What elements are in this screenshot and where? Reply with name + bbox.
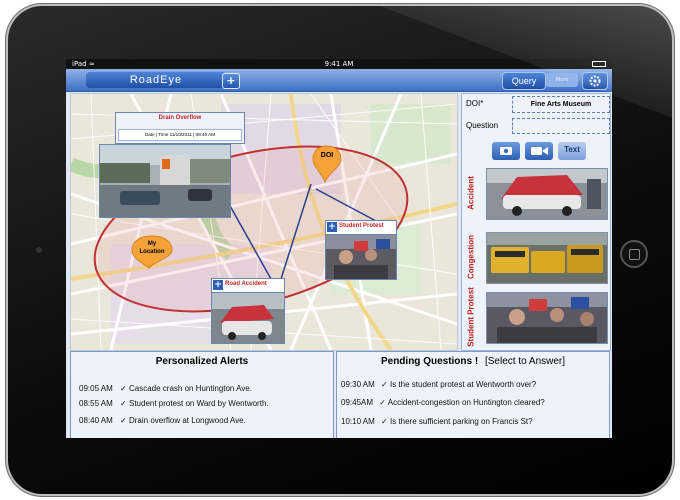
alerts-panel: Personalized Alerts 09:05 AM ✓ Cascade c… <box>70 351 334 438</box>
map-view[interactable]: Drain Overflow Date | Time 11/10/2011 | … <box>70 93 458 351</box>
drain-overflow-photo[interactable] <box>99 144 231 218</box>
student-protest-photo[interactable] <box>325 234 397 280</box>
my-location-pin[interactable]: My Location <box>129 234 175 270</box>
drain-overflow-card[interactable]: Drain Overflow Date | Time 11/10/2011 | … <box>115 112 245 144</box>
road-accident-label: Road Accident <box>225 281 267 287</box>
check-icon: ✓ <box>120 416 127 425</box>
check-icon: ✓ <box>379 398 386 407</box>
check-icon: ✓ <box>381 417 388 426</box>
alert-item[interactable]: 09:05 AM ✓ Cascade crash on Huntington A… <box>79 384 252 393</box>
alert-item[interactable]: 08:40 AM ✓ Drain overflow at Longwood Av… <box>79 416 246 425</box>
navigation-bar: RoadEye + Query More <box>66 69 612 92</box>
pending-questions-panel: Pending Questions ! [Select to Answer] 0… <box>336 351 610 438</box>
query-button[interactable]: Query <box>502 72 546 90</box>
student-protest-label: Student Protest <box>339 223 384 229</box>
category-congestion[interactable]: Congestion <box>464 232 478 282</box>
check-icon: ✓ <box>120 384 127 393</box>
my-location-label: My Location <box>139 241 165 255</box>
text-button-label: Text <box>564 145 580 154</box>
bottom-panels: Personalized Alerts 09:05 AM ✓ Cascade c… <box>66 351 612 438</box>
question-item[interactable]: 09:30 AM ✓ Is the student protest at Wen… <box>341 380 536 389</box>
question-item[interactable]: 09:45AM ✓ Accident-congestion on Hunting… <box>341 398 545 407</box>
category-student-protest[interactable]: Student Protest <box>464 287 478 347</box>
camera-icon <box>500 147 512 155</box>
drain-overflow-title: Drain Overflow <box>158 115 202 121</box>
student-protest-marker[interactable]: + Student Protest <box>325 220 397 235</box>
road-accident-marker[interactable]: + Road Accident <box>211 278 285 293</box>
question-field[interactable] <box>512 118 610 134</box>
front-camera <box>36 247 42 253</box>
student-protest-category-photo[interactable] <box>486 292 608 344</box>
congestion-photo[interactable] <box>486 232 608 284</box>
text-button[interactable]: Text <box>558 142 586 160</box>
alert-item[interactable]: 08:55 AM ✓ Student protest on Ward by We… <box>79 399 269 408</box>
question-label: Question <box>466 121 499 130</box>
home-button[interactable] <box>620 240 648 268</box>
map-pin-icon <box>312 145 342 184</box>
video-button[interactable] <box>525 142 553 160</box>
app-screen: iPad ≈ 9:41 AM RoadEye + Query More Drai… <box>66 59 612 438</box>
plus-icon: + <box>213 280 223 290</box>
doi-field[interactable]: Fine Arts Museum <box>512 96 610 113</box>
select-to-answer-hint: [Select to Answer] <box>484 356 566 367</box>
doi-pin[interactable]: DOI <box>311 144 343 184</box>
query-panel: DOI* Fine Arts Museum Question Text Acci… <box>461 93 611 351</box>
road-accident-photo[interactable] <box>211 292 285 344</box>
alerts-title: Personalized Alerts <box>155 356 249 367</box>
question-item[interactable]: 10:10 AM ✓ Is there sufficient parking o… <box>341 417 533 426</box>
check-icon: ✓ <box>381 380 388 389</box>
doi-label: DOI* <box>466 99 484 108</box>
video-icon <box>531 147 548 155</box>
category-accident[interactable]: Accident <box>464 168 478 218</box>
app-title: RoadEye <box>86 72 226 88</box>
doi-pin-label: DOI <box>320 152 334 159</box>
plus-icon: + <box>327 222 337 232</box>
add-button[interactable]: + <box>222 73 240 89</box>
drain-overflow-datetime: Date | Time 11/10/2011 | 08:40 AM <box>118 129 242 141</box>
accident-photo[interactable] <box>486 168 608 220</box>
pending-questions-header: Pending Questions ! [Select to Answer] <box>337 356 609 367</box>
check-icon: ✓ <box>120 399 127 408</box>
camera-button[interactable] <box>492 142 520 160</box>
pending-questions-title: Pending Questions ! <box>380 356 479 367</box>
